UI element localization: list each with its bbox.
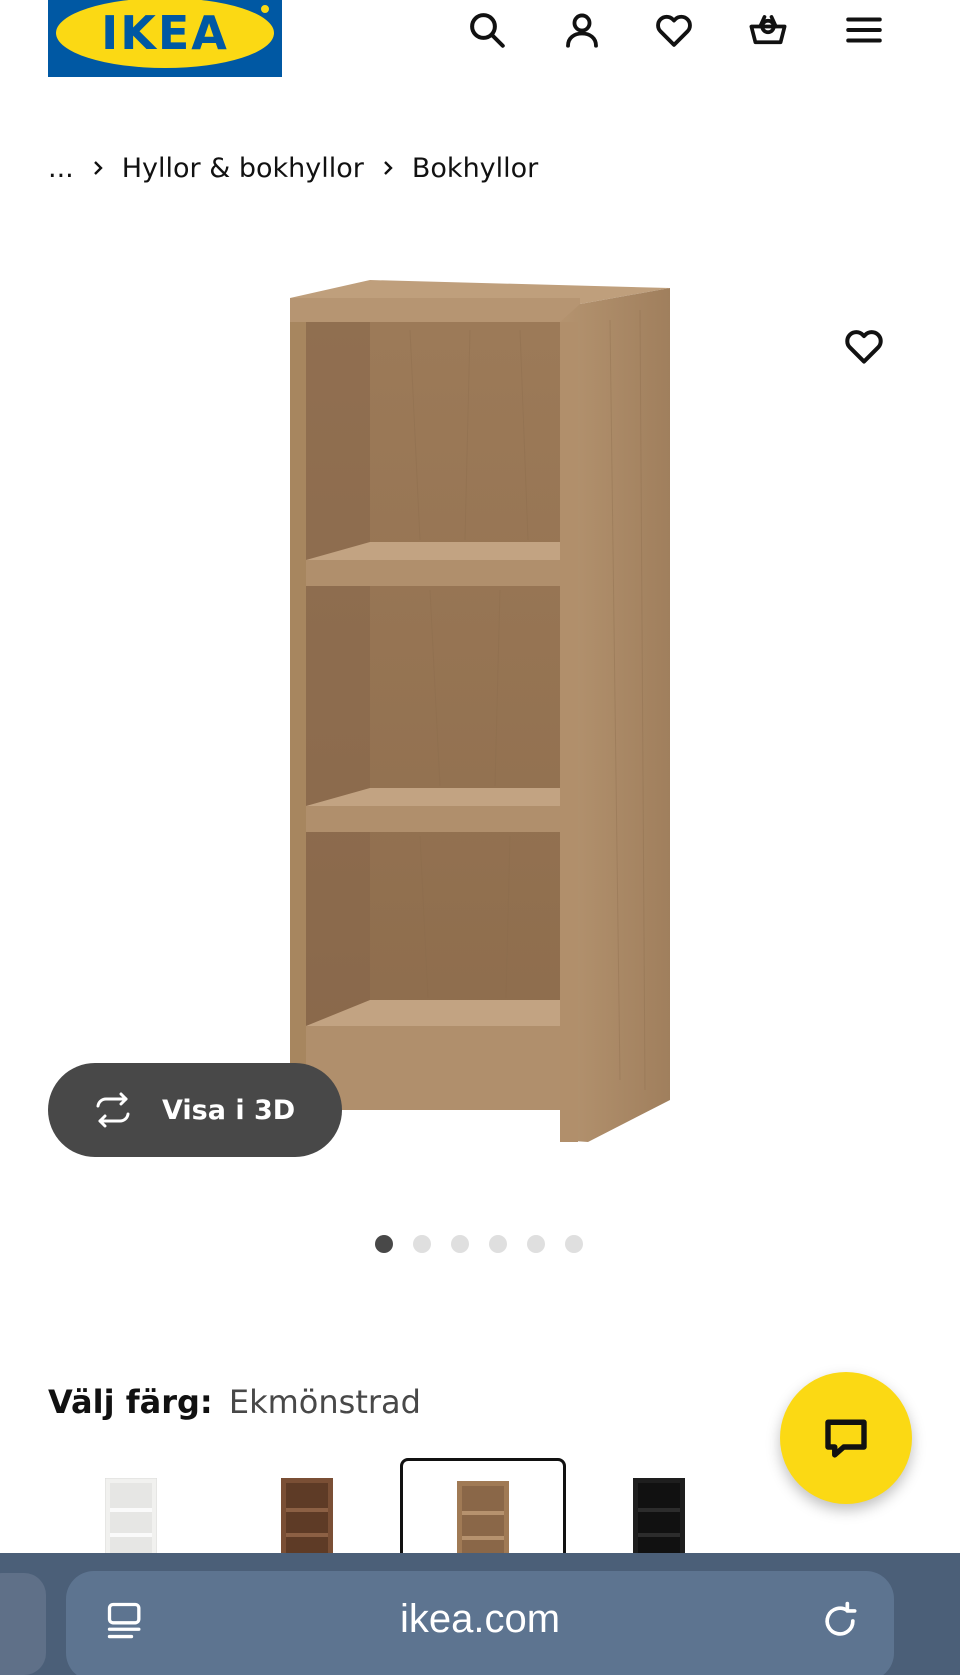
color-selector-label: Välj färg: Ekmönstrad bbox=[48, 1383, 421, 1421]
color-swatches bbox=[48, 1458, 908, 1571]
ikea-logo[interactable]: IKEA bbox=[48, 0, 282, 77]
view-in-3d-label: Visa i 3D bbox=[162, 1094, 296, 1126]
chat-bubble-icon bbox=[825, 1419, 867, 1458]
pagination-dot-3[interactable] bbox=[451, 1235, 469, 1253]
pagination-dot-5[interactable] bbox=[527, 1235, 545, 1253]
pagination-dot-4[interactable] bbox=[489, 1235, 507, 1253]
pagination-dot-6[interactable] bbox=[565, 1235, 583, 1253]
url-text: ikea.com bbox=[399, 1597, 561, 1641]
image-pagination bbox=[375, 1235, 583, 1253]
pagination-dot-2[interactable] bbox=[413, 1235, 431, 1253]
logo-text: IKEA bbox=[101, 6, 229, 60]
chat-button[interactable] bbox=[780, 1372, 912, 1504]
color-swatch-brown[interactable] bbox=[224, 1458, 390, 1568]
browser-toolbar: ikea.com bbox=[0, 1553, 960, 1675]
menu-icon[interactable] bbox=[840, 6, 888, 54]
color-label-key: Välj färg: bbox=[48, 1383, 213, 1421]
account-icon[interactable] bbox=[558, 6, 606, 54]
bookcase-image bbox=[290, 280, 670, 1142]
view-in-3d-button[interactable]: Visa i 3D bbox=[48, 1063, 342, 1157]
reload-icon[interactable] bbox=[818, 1599, 862, 1643]
pagination-dot-1[interactable] bbox=[375, 1235, 393, 1253]
chevron-right-icon bbox=[74, 160, 122, 176]
registered-mark-icon bbox=[260, 4, 270, 14]
product-image-gallery[interactable]: Visa i 3D bbox=[0, 230, 960, 1210]
chevron-right-icon bbox=[364, 160, 412, 176]
breadcrumb-item-shelves[interactable]: Hyllor & bokhyllor bbox=[122, 153, 364, 184]
heart-icon bbox=[845, 330, 883, 364]
address-bar[interactable]: ikea.com bbox=[66, 1571, 894, 1675]
favorites-icon[interactable] bbox=[650, 6, 698, 54]
color-swatch-white[interactable] bbox=[48, 1458, 214, 1568]
breadcrumb-item-bookcases[interactable]: Bokhyllor bbox=[412, 153, 538, 184]
color-selected-value: Ekmönstrad bbox=[228, 1383, 421, 1421]
color-swatch-black[interactable] bbox=[576, 1458, 742, 1568]
search-icon[interactable] bbox=[463, 6, 511, 54]
color-swatch-oak[interactable] bbox=[400, 1458, 566, 1571]
cart-icon[interactable] bbox=[744, 6, 792, 54]
breadcrumb: ... Hyllor & bokhyllor Bokhyllor bbox=[48, 150, 538, 186]
add-to-favorites-button[interactable] bbox=[836, 318, 892, 374]
breadcrumb-ellipsis[interactable]: ... bbox=[48, 153, 74, 184]
rotate-3d-icon bbox=[96, 1092, 130, 1128]
site-header: IKEA bbox=[0, 0, 960, 90]
previous-tab-edge[interactable] bbox=[0, 1573, 46, 1675]
